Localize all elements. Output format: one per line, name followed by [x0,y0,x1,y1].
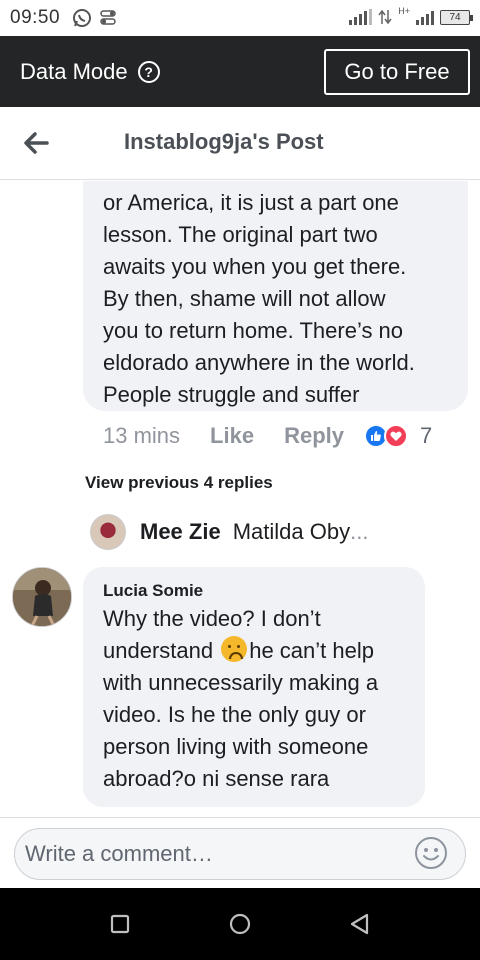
signal-icon [349,9,373,25]
comment-meta: 13 mins Like Reply 7 [103,423,432,449]
recent-apps-icon[interactable] [106,910,134,938]
comment-line: lesson. The original part two [103,222,378,247]
comment-line: person living with someone [103,734,369,759]
network-type: H+ [398,6,410,16]
toggle-settings-icon [100,10,116,25]
home-icon[interactable] [226,910,254,938]
page-title: Instablog9ja's Post [124,129,324,154]
comments-list[interactable]: or America, it is just a part one lesson… [0,181,480,817]
battery-icon: 74 [440,9,473,25]
like-button[interactable]: Like [210,423,254,449]
comment-line: understand he can’t help [103,636,374,663]
reply-author: Mee Zie [140,519,221,544]
reaction-count: 7 [420,423,433,448]
love-reaction-icon [384,424,408,448]
reply-text: Matilda Oby [232,519,351,544]
comment-composer [0,817,480,888]
help-circle-icon[interactable]: ? [137,60,160,83]
go-to-free-button[interactable]: Go to Free [324,49,470,95]
system-nav-bar [0,888,480,960]
back-triangle-icon[interactable] [346,910,374,938]
avatar[interactable] [90,514,126,550]
reply-button[interactable]: Reply [284,423,344,449]
reply-preview[interactable]: Mee Zie Matilda Oby ... [90,514,368,550]
comment-bubble: Lucia Somie Why the video? I don’t under… [83,567,425,807]
comment-line: you to return home. There’s no [103,318,404,343]
status-bar: 09:50 H+ 74 [0,0,480,36]
data-mode-title: Data Mode [20,58,128,84]
comment-line: or America, it is just a part one [103,190,399,215]
frowning-face-emoji [221,636,248,662]
comment-author[interactable]: Lucia Somie [103,581,203,601]
data-transfer-icon [378,9,392,25]
post-header: Instablog9ja's Post [0,107,480,180]
status-time: 09:50 [10,7,61,28]
comment-line: with unnecessarily making a [103,670,379,695]
comment-line: awaits you when you get there. [103,254,407,279]
reactions[interactable] [364,424,410,448]
smiley-icon[interactable] [414,836,448,870]
signal-2-icon [416,9,434,25]
battery-level: 74 [449,11,461,23]
data-mode-bar: Data Mode ? Go to Free [0,36,480,107]
comment-input[interactable] [14,828,466,880]
view-previous-replies-link[interactable]: View previous 4 replies [85,473,273,493]
avatar[interactable] [12,567,72,627]
comment-line: eldorado anywhere in the world. [103,350,415,375]
comment-bubble: or America, it is just a part one lesson… [83,181,468,411]
comment-line: By then, shame will not allow [103,286,386,311]
comment-line: People struggle and suffer [103,382,360,407]
whatsapp-icon [73,9,92,27]
comment-line: video. Is he the only guy or [103,702,366,727]
comment-time: 13 mins [103,423,181,448]
reply-ellipsis: ... [350,519,369,544]
back-arrow-icon[interactable] [22,129,50,157]
comment-line: Why the video? I don’t [103,606,321,631]
comment-line: abroad?o ni sense rara [103,766,330,791]
